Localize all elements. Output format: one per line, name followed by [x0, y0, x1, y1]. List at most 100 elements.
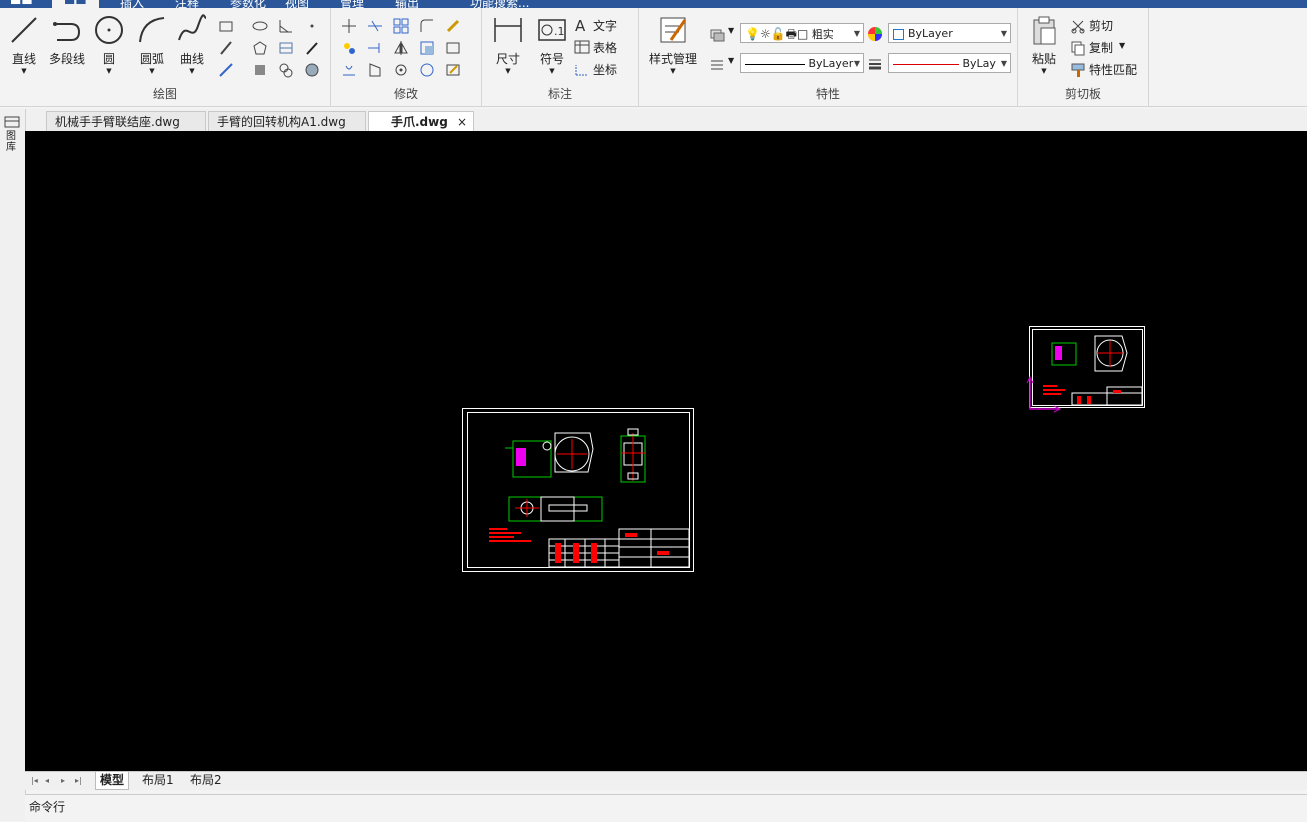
mirror-icon[interactable] — [393, 40, 409, 56]
text-icon[interactable]: A — [574, 17, 590, 33]
menu-tab-parametric[interactable]: 参数化 — [230, 0, 266, 8]
linetype-dropdown[interactable]: ByLayer ▼ — [740, 53, 864, 73]
layer-list-arrow[interactable]: ▼ — [728, 56, 734, 65]
command-line[interactable]: 命令行 — [25, 794, 1307, 822]
symbol-icon: .1 — [538, 19, 566, 41]
last-layout-icon[interactable]: ▸| — [71, 772, 86, 789]
arrow-icon[interactable] — [304, 40, 320, 56]
menu-tab-output[interactable]: 输出 — [395, 0, 419, 8]
match-properties-label[interactable]: 特性匹配 — [1089, 61, 1137, 78]
menu-tab-annotate[interactable]: 注释 — [175, 0, 199, 8]
dimension-button[interactable]: 尺寸 ▼ — [490, 14, 526, 75]
coordinate-icon[interactable] — [574, 61, 590, 77]
spline-button[interactable]: 曲线 ▼ — [174, 14, 210, 75]
paste-label: 粘贴 — [1031, 52, 1056, 66]
circle-button[interactable]: 圆 ▼ — [92, 14, 126, 75]
angle-icon[interactable] — [278, 18, 294, 34]
color-dropdown[interactable]: ByLayer ▼ — [888, 23, 1011, 43]
offset-icon[interactable] — [367, 62, 383, 78]
paste-button[interactable]: 粘贴 ▼ — [1026, 14, 1062, 75]
array-icon[interactable] — [393, 18, 409, 34]
modify-panel-title: 修改 — [393, 87, 418, 101]
doc-tab-2[interactable]: 手臂的回转机构A1.dwg — [208, 111, 366, 131]
menu-tab-0[interactable]: ▬▬ — [10, 0, 33, 8]
region-icon[interactable] — [252, 62, 268, 78]
stretch-icon[interactable] — [445, 40, 461, 56]
point-icon[interactable] — [304, 18, 320, 34]
fillet-icon[interactable] — [419, 18, 435, 34]
construction-line-icon[interactable] — [218, 40, 234, 56]
lineweight-dropdown[interactable]: ByLay ▼ — [888, 53, 1011, 73]
clipboard-panel: 粘贴 ▼ 剪切 复制 ▼ 特性匹配 剪切板 — [1018, 8, 1149, 106]
ellipse-icon[interactable] — [252, 18, 268, 34]
layer-properties-icon[interactable] — [709, 26, 725, 42]
layout-tab-1[interactable]: 布局1 — [138, 772, 178, 789]
table-icon[interactable] — [574, 39, 590, 55]
layout-tab-2[interactable]: 布局2 — [186, 772, 226, 789]
cut-label[interactable]: 剪切 — [1089, 17, 1113, 34]
drawing-sheet-main[interactable] — [462, 408, 694, 572]
table-label[interactable]: 表格 — [593, 39, 617, 56]
break-icon[interactable] — [341, 62, 357, 78]
pencil-icon[interactable] — [445, 18, 461, 34]
match-properties-icon[interactable] — [1070, 62, 1086, 78]
rectangle-icon[interactable] — [218, 18, 234, 34]
copy-chevron-down-icon[interactable]: ▼ — [1119, 41, 1125, 50]
extend-icon[interactable] — [367, 40, 383, 56]
menu-tab-manage[interactable]: 管理 — [340, 0, 364, 8]
copy-label[interactable]: 复制 — [1089, 39, 1113, 56]
drawing-area[interactable] — [25, 131, 1307, 771]
drawing-canvas[interactable] — [25, 131, 1307, 771]
menu-tab-home[interactable]: ▬▬ — [52, 0, 99, 8]
boundary-icon[interactable] — [278, 62, 294, 78]
line-icon — [11, 17, 37, 43]
next-layout-icon[interactable]: ▸ — [57, 772, 69, 789]
prev-layout-icon[interactable]: ◂ — [41, 772, 53, 789]
layout-tab-model[interactable]: 模型 — [95, 772, 130, 790]
scale-icon[interactable] — [419, 40, 435, 56]
menu-tab-view[interactable]: 视图 — [285, 0, 309, 8]
lineweight-icon[interactable] — [867, 56, 883, 72]
left-tool-strip: 图库 — [0, 109, 26, 821]
svg-text:A: A — [575, 17, 586, 33]
wipeout-icon[interactable] — [304, 62, 320, 78]
layer-value: 粗实 — [811, 28, 834, 41]
copy-object-icon[interactable] — [341, 40, 357, 56]
layer-properties-arrow[interactable]: ▼ — [728, 26, 734, 35]
polygon-icon[interactable] — [252, 40, 268, 56]
color-wheel-icon[interactable] — [867, 26, 883, 42]
menu-tab-insert[interactable]: 插入 — [120, 0, 144, 8]
doc-tab-label: 手臂的回转机构A1.dwg — [217, 115, 346, 129]
explode-icon[interactable] — [419, 62, 435, 78]
arc-button[interactable]: 圆弧 ▼ — [134, 14, 170, 75]
polyline-button[interactable]: 多段线 — [44, 14, 90, 67]
line-button[interactable]: 直线 ▼ — [6, 14, 42, 75]
style-manager-button[interactable]: 样式管理 ▼ — [643, 14, 703, 75]
move-icon[interactable] — [341, 18, 357, 34]
layer-dropdown[interactable]: 💡☼🔓🖶□ 粗实 ▼ — [740, 23, 864, 43]
symbol-button[interactable]: .1 符号 ▼ — [534, 14, 570, 75]
ray-icon[interactable] — [218, 62, 234, 78]
drawing-sheet-small[interactable] — [1026, 326, 1145, 413]
modify-panel: 修改 — [331, 8, 482, 106]
rotate-icon[interactable] — [393, 62, 409, 78]
doc-tab-1[interactable]: 机械手手臂联结座.dwg — [46, 111, 206, 131]
layer-list-icon[interactable] — [709, 56, 725, 72]
trim-icon[interactable] — [367, 18, 383, 34]
coordinate-label[interactable]: 坐标 — [593, 61, 617, 78]
library-label[interactable]: 图库 — [6, 131, 18, 153]
library-icon[interactable] — [4, 115, 20, 129]
properties-panel: 样式管理 ▼ ▼ ▼ 💡☼🔓🖶□ 粗实 ▼ ByLayer ▼ ByLayer … — [639, 8, 1018, 106]
doc-tab-3[interactable]: 手爪.dwg × — [368, 111, 474, 131]
menu-search[interactable]: 功能搜索... — [470, 0, 529, 8]
text-label[interactable]: 文字 — [593, 17, 617, 34]
copy-icon[interactable] — [1070, 40, 1086, 56]
edit-icon[interactable] — [445, 62, 461, 78]
style-manager-icon — [660, 17, 687, 43]
hatch-icon[interactable] — [278, 40, 294, 56]
first-layout-icon[interactable]: |◂ — [27, 772, 42, 789]
spline-label: 曲线 — [179, 52, 204, 66]
close-icon[interactable]: × — [457, 112, 467, 132]
annotate-panel: 尺寸 ▼ .1 符号 ▼ A 文字 表格 坐标 标注 — [482, 8, 639, 106]
scissors-icon[interactable] — [1070, 18, 1086, 34]
